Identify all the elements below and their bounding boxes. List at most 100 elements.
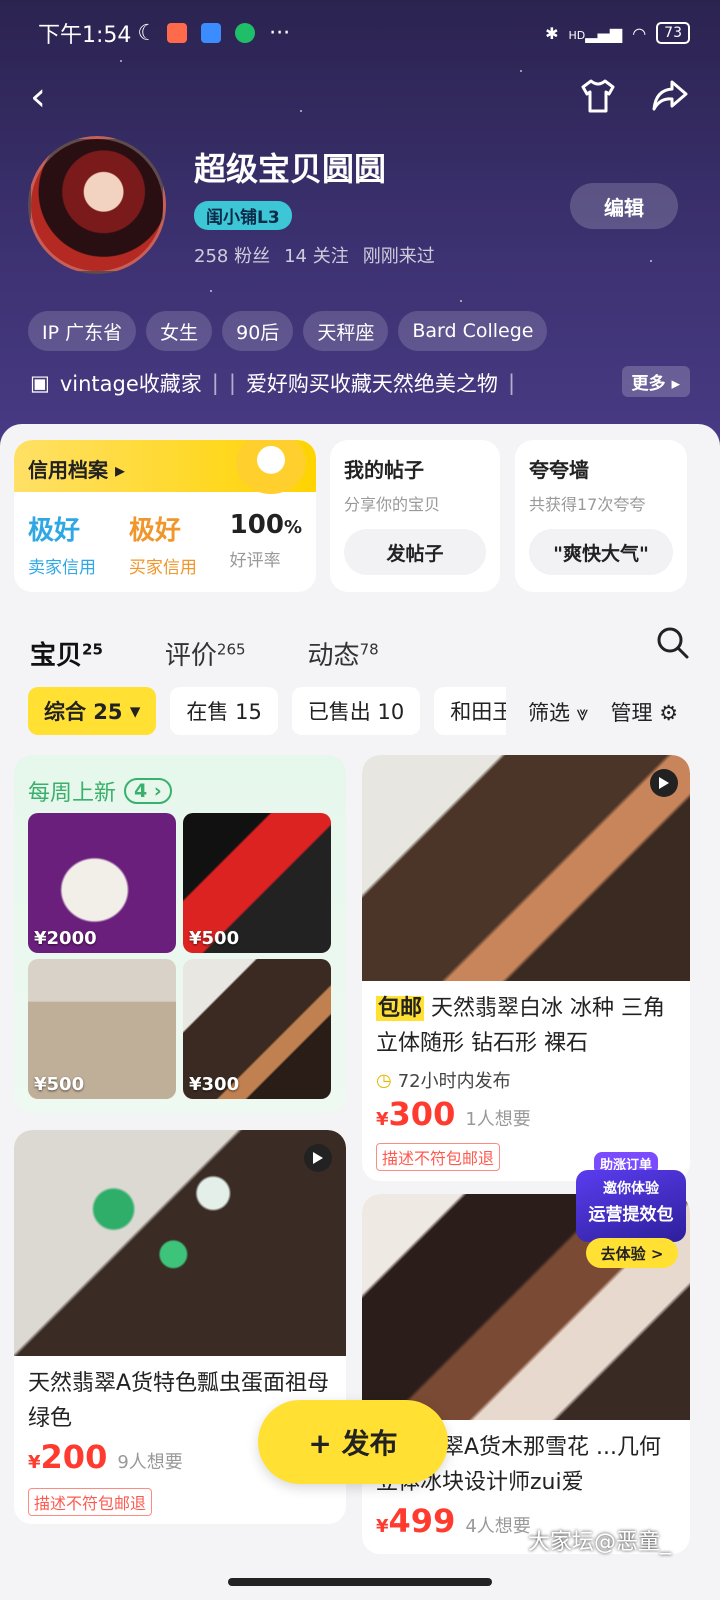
battery-icon: 73 <box>656 22 690 44</box>
profile-stats: 258 粉丝 14 关注 刚刚来过 <box>194 242 435 268</box>
weekly-count-badge[interactable]: 4 › <box>124 778 172 804</box>
positive-rate-label: 好评率 <box>229 551 281 571</box>
divider: | <box>211 371 219 395</box>
home-indicator[interactable] <box>228 1578 492 1586</box>
share-icon[interactable] <box>650 76 690 116</box>
weekly-thumb[interactable]: ¥500 <box>28 959 176 1099</box>
wall-subtitle: 共获得17次夸夸 <box>529 495 646 514</box>
product-image[interactable] <box>14 1130 346 1356</box>
app-notification-icon <box>167 23 188 43</box>
product-price: ¥499 <box>376 1502 456 1540</box>
profile-tabs: 宝贝25 评价265 动态78 <box>30 622 690 672</box>
followers-count[interactable]: 258 粉丝 <box>194 242 270 268</box>
product-price: ¥300 <box>376 1095 456 1133</box>
thumb-price: ¥2000 <box>34 928 97 949</box>
filter-on-sale[interactable]: 在售 15 <box>170 687 278 735</box>
last-seen: 刚刚来过 <box>362 246 435 267</box>
thumb-price: ¥500 <box>189 928 240 949</box>
weekly-new-card[interactable]: 每周上新 4 › ¥2000 ¥500 ¥500 ¥300 <box>14 755 346 1113</box>
username: 超级宝贝圆圆 <box>194 150 387 188</box>
app-notification-icon <box>235 23 256 43</box>
buyer-credit-value: 极好 <box>128 516 181 546</box>
publish-note: ◷ 72小时内发布 <box>376 1069 511 1093</box>
avatar[interactable] <box>28 136 166 274</box>
level-badge[interactable]: 闺小铺L3 <box>194 201 292 230</box>
bluetooth-icon: ✱ <box>545 23 559 43</box>
filter-actions: 筛选 ⩔ 管理 ⚙ <box>528 697 678 727</box>
profile-tags: IP 广东省 女生 90后 天秤座 Bard College <box>28 311 548 351</box>
promo-try-button[interactable]: 去体验 > <box>586 1238 678 1268</box>
weekly-thumb[interactable]: ¥2000 <box>28 813 176 953</box>
weekly-thumb[interactable]: ¥500 <box>183 813 331 953</box>
free-shipping-badge: 包邮 <box>376 996 425 1021</box>
promo-line1: 邀你体验 <box>603 1181 659 1197</box>
promo-line2: 运营提效包 <box>588 1205 674 1225</box>
want-count: 9人想要 <box>117 1452 183 1473</box>
want-count: 4人想要 <box>465 1516 531 1537</box>
tag-zodiac: 天秤座 <box>303 311 389 351</box>
wifi-icon: ◠ <box>632 23 647 43</box>
publish-button[interactable]: + 发布 <box>258 1400 448 1484</box>
credit-card[interactable]: 信用档案 ▸ 极好 卖家信用 极好 买家信用 100% 好评率 <box>14 440 316 592</box>
signal-icon: HD▂▄▆ <box>568 23 623 43</box>
app-notification-icon <box>201 23 222 43</box>
promo-badge[interactable]: 助涨订单 邀你体验 运营提效包 去体验 > <box>576 1152 686 1272</box>
price-row: ¥200 9人想要 <box>28 1438 183 1476</box>
more-button[interactable]: 更多 ▸ <box>621 366 690 397</box>
filter-chips: 综合 25 ▾ 在售 15 已售出 10 和田玉 <box>28 687 506 735</box>
filter-all[interactable]: 综合 25 ▾ <box>28 687 157 735</box>
profile-header: 下午1:54 ☾ ··· ✱ HD▂▄▆ ◠ 73 ‹ 超级宝贝圆圆 闺小铺L3… <box>0 0 720 470</box>
filter-hetian-jade[interactable]: 和田玉 <box>434 687 506 735</box>
want-count: 1人想要 <box>465 1109 531 1130</box>
weekly-thumb[interactable]: ¥300 <box>183 959 331 1099</box>
tag-school: Bard College <box>398 311 548 351</box>
wall-title: 夸夸墙 <box>529 458 589 482</box>
filter-button[interactable]: 筛选 ⩔ <box>528 697 589 727</box>
tshirt-icon[interactable] <box>578 76 618 116</box>
thumb-price: ¥300 <box>189 1074 240 1095</box>
product-image[interactable] <box>362 755 690 981</box>
status-time: 下午1:54 <box>38 23 132 48</box>
promo-body: 邀你体验 运营提效包 <box>576 1170 686 1242</box>
following-count[interactable]: 14 关注 <box>284 242 349 268</box>
posts-subtitle: 分享你的宝贝 <box>344 495 441 514</box>
moon-icon: ☾ <box>137 20 158 46</box>
product-title: 包邮 天然翡翠白冰 冰种 三角立体随形 钻石形 裸石 <box>376 996 666 1056</box>
search-icon[interactable] <box>656 626 690 660</box>
weekly-title: 每周上新 <box>28 781 117 806</box>
more-notifications: ··· <box>269 20 291 46</box>
top-nav: ‹ <box>30 72 690 122</box>
refund-tag: 描述不符包邮退 <box>376 1143 501 1171</box>
edit-button[interactable]: 编辑 <box>570 183 678 229</box>
thumb-price: ¥500 <box>34 1074 85 1095</box>
bio-item: 爱好购买收藏天然绝美之物 <box>245 372 498 396</box>
tag-age: 90后 <box>222 311 294 351</box>
tab-activity[interactable]: 动态78 <box>308 635 379 672</box>
positive-rate-value: 100% <box>229 510 302 540</box>
praise-button[interactable]: "爽快大气" <box>529 529 673 575</box>
back-icon[interactable]: ‹ <box>30 72 46 122</box>
seller-credit-value: 极好 <box>28 516 81 546</box>
play-icon <box>650 769 678 797</box>
filter-sold[interactable]: 已售出 10 <box>291 687 421 735</box>
tag-gender: 女生 <box>146 311 213 351</box>
bio-item: vintage收藏家 <box>59 372 202 396</box>
praise-wall-card[interactable]: 夸夸墙 共获得17次夸夸 "爽快大气" <box>515 440 687 592</box>
shop-icon: ▣ <box>30 371 50 395</box>
divider: | <box>228 371 236 395</box>
manage-button[interactable]: 管理 ⚙ <box>611 697 679 727</box>
divider: | <box>507 371 516 395</box>
play-icon <box>304 1144 332 1172</box>
weekly-header: 每周上新 4 › <box>28 775 172 807</box>
price-row: ¥300 1人想要 <box>376 1095 531 1133</box>
tab-reviews[interactable]: 评价265 <box>165 635 246 672</box>
tab-items[interactable]: 宝贝25 <box>30 635 103 672</box>
buyer-credit-label: 买家信用 <box>128 558 197 578</box>
refund-tag: 描述不符包邮退 <box>28 1488 153 1516</box>
create-post-button[interactable]: 发帖子 <box>344 529 486 575</box>
seller-credit-label: 卖家信用 <box>28 558 96 578</box>
product-price: ¥200 <box>28 1438 108 1476</box>
product-card[interactable]: 包邮 天然翡翠白冰 冰种 三角立体随形 钻石形 裸石 ◷ 72小时内发布 ¥30… <box>362 755 690 1181</box>
my-posts-card[interactable]: 我的帖子 分享你的宝贝 发帖子 <box>330 440 500 592</box>
tag-location: IP 广东省 <box>28 311 137 351</box>
